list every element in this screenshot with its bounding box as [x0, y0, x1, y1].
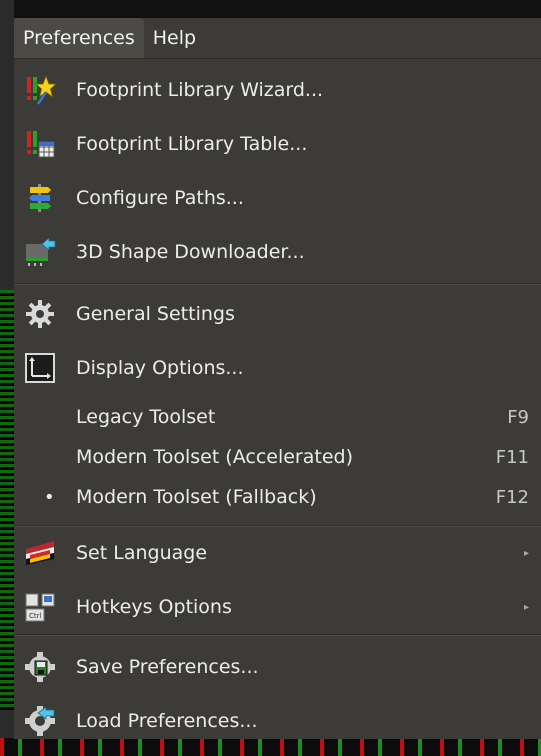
preferences-dropdown: Footprint Library Wizard... Footprint Li… [14, 58, 541, 739]
menu-item-label: General Settings [76, 303, 235, 325]
submenu-arrow-icon: ▸ [523, 601, 529, 613]
language-flag-icon [24, 537, 56, 569]
menu-item-label: Modern Toolset (Accelerated) [76, 446, 354, 468]
app-background-top [0, 0, 541, 18]
menu-item-hotkeys-options[interactable]: Ctrl Hotkeys Options ▸ [14, 584, 541, 630]
pcb-canvas-edge [0, 290, 14, 710]
menu-item-footprint-library-table[interactable]: Footprint Library Table... [14, 121, 541, 167]
menu-item-label: Save Preferences... [76, 656, 259, 678]
save-settings-icon [24, 651, 56, 683]
menu-item-label: Modern Toolset (Fallback) [76, 486, 317, 508]
menu-separator [14, 634, 541, 636]
menu-item-configure-paths[interactable]: Configure Paths... [14, 175, 541, 221]
radio-selected-indicator: • [44, 486, 55, 508]
shortcut-label: F12 [495, 486, 529, 508]
menu-item-3d-shape-downloader[interactable]: 3D Shape Downloader... [14, 229, 541, 275]
menu-item-footprint-library-wizard[interactable]: Footprint Library Wizard... [14, 67, 541, 113]
menu-item-label: Footprint Library Wizard... [76, 79, 324, 101]
menu-item-modern-toolset-accelerated[interactable]: Modern Toolset (Accelerated) F11 [14, 435, 541, 479]
menu-separator [14, 283, 541, 285]
menubar: Preferences Help [14, 18, 541, 58]
menu-item-label: Set Language [76, 542, 208, 564]
menu-item-load-preferences[interactable]: Load Preferences... [14, 698, 541, 744]
shortcut-label: F9 [507, 406, 529, 428]
menu-item-modern-toolset-fallback[interactable]: • Modern Toolset (Fallback) F12 [14, 475, 541, 519]
menu-item-save-preferences[interactable]: Save Preferences... [14, 644, 541, 690]
display-options-icon [24, 352, 56, 384]
menu-item-label: Hotkeys Options [76, 596, 232, 618]
menu-item-display-options[interactable]: Display Options... [14, 345, 541, 391]
menu-item-label: Configure Paths... [76, 187, 244, 209]
menu-item-general-settings[interactable]: General Settings [14, 291, 541, 337]
submenu-arrow-icon: ▸ [523, 547, 529, 559]
menu-help[interactable]: Help [144, 18, 205, 58]
shortcut-label: F11 [495, 446, 529, 468]
gear-icon [24, 298, 56, 330]
keyboard-icon: Ctrl [24, 591, 56, 623]
menu-preferences[interactable]: Preferences [14, 18, 144, 58]
load-settings-icon [24, 705, 56, 737]
menu-item-set-language[interactable]: Set Language ▸ [14, 530, 541, 576]
svg-text:Ctrl: Ctrl [29, 612, 42, 620]
signpost-icon [24, 182, 56, 214]
menu-item-legacy-toolset[interactable]: Legacy Toolset F9 [14, 395, 541, 439]
library-wizard-icon [24, 74, 56, 106]
menu-separator [14, 525, 541, 527]
menu-item-label: Load Preferences... [76, 710, 258, 732]
menu-item-label: Display Options... [76, 357, 244, 379]
library-table-icon [24, 128, 56, 160]
menu-item-label: Footprint Library Table... [76, 133, 308, 155]
download-3d-icon [24, 236, 56, 268]
menu-item-label: Legacy Toolset [76, 406, 216, 428]
menu-item-label: 3D Shape Downloader... [76, 241, 305, 263]
